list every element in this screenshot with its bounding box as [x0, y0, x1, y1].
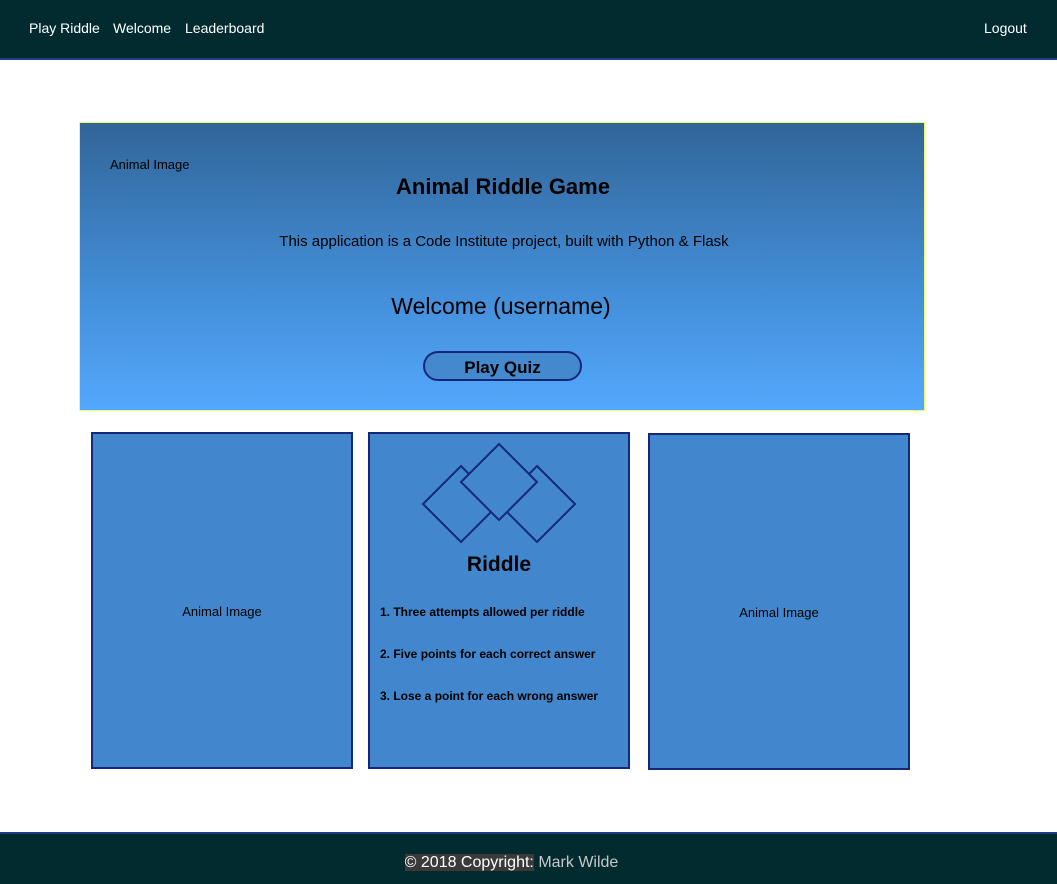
logout-link[interactable]: Logout — [984, 20, 1027, 36]
riddle-rule-1: 1. Three attempts allowed per riddle — [380, 605, 585, 619]
animal-image-placeholder-left: Animal Image — [182, 604, 262, 619]
nav-link-welcome[interactable]: Welcome — [113, 20, 171, 36]
copyright-notice: © 2018 Copyright: — [404, 854, 534, 871]
hero-animal-image-placeholder: Animal Image — [110, 157, 190, 172]
riddle-rule-2: 2. Five points for each correct answer — [380, 647, 596, 661]
welcome-message: Welcome (username) — [391, 293, 611, 319]
top-navbar: Play Riddle Welcome Leaderboard Logout — [0, 0, 1057, 60]
hero-banner: Animal Image Animal Riddle Game This app… — [79, 122, 925, 411]
page-footer: © 2018 Copyright: Mark Wilde — [0, 832, 1057, 884]
diamonds-icon — [421, 442, 577, 544]
page-title: Animal Riddle Game — [396, 174, 610, 199]
hero-subtitle: This application is a Code Institute pro… — [279, 233, 729, 250]
riddle-rules-card: Riddle 1. Three attempts allowed per rid… — [368, 432, 630, 769]
riddle-rule-3: 3. Lose a point for each wrong answer — [380, 689, 599, 703]
animal-image-card-right: Animal Image — [648, 433, 910, 770]
footer-text: © 2018 Copyright: Mark Wilde — [0, 854, 1023, 872]
nav-link-leaderboard[interactable]: Leaderboard — [185, 20, 264, 36]
play-quiz-button[interactable]: Play Quiz — [423, 351, 582, 381]
animal-image-placeholder-right: Animal Image — [739, 605, 819, 620]
animal-image-card-left: Animal Image — [91, 432, 353, 769]
riddle-heading: Riddle — [466, 553, 532, 576]
nav-link-play-riddle[interactable]: Play Riddle — [29, 20, 100, 36]
author-name: Mark Wilde — [538, 854, 619, 871]
